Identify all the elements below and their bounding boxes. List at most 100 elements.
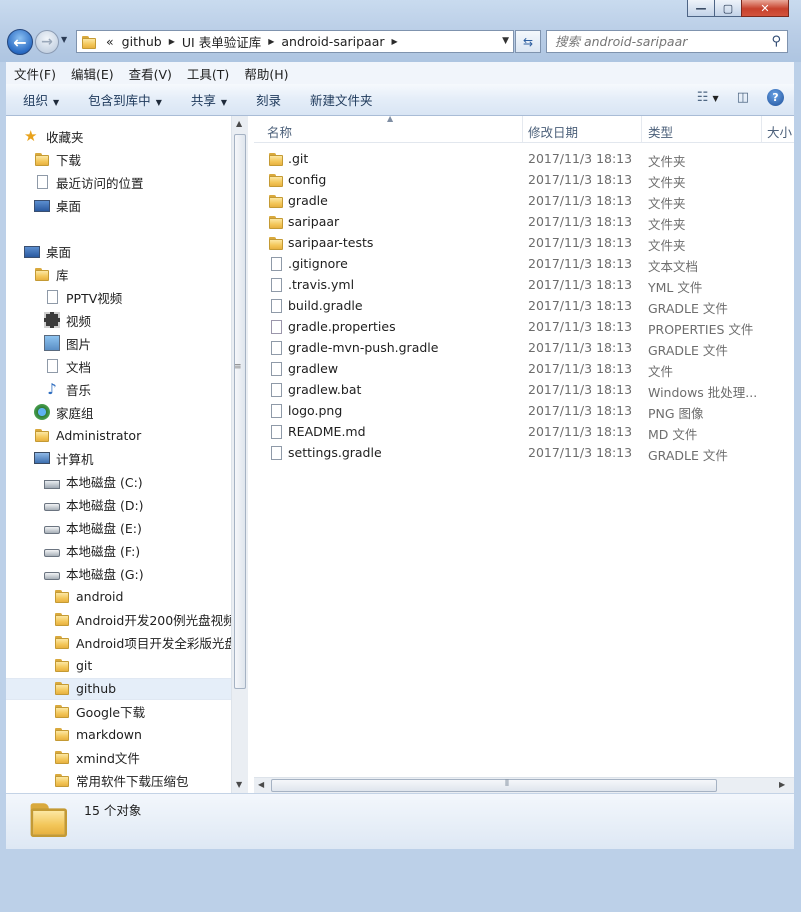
file-row[interactable]: build.gradle 2017/11/3 18:13 GRADLE 文件 (254, 295, 794, 316)
address-dropdown-icon[interactable]: ▼ (502, 36, 509, 46)
splitter-grip-icon[interactable]: ≡ (234, 362, 242, 372)
menu-file[interactable]: 文件(F) (6, 64, 63, 83)
nav-folder-github[interactable]: github (54, 678, 116, 698)
nav-folder-xmind[interactable]: xmind文件 (54, 747, 140, 767)
include-in-library-label: 包含到库中 (88, 93, 151, 108)
new-folder-button[interactable]: 新建文件夹 (293, 90, 385, 109)
address-bar[interactable]: « github ▶ UI 表单验证库 ▶ android-saripaar ▶… (76, 30, 514, 53)
nav-item-downloads[interactable]: 下载 (34, 149, 81, 169)
file-row[interactable]: .git 2017/11/3 18:13 文件夹 (254, 148, 794, 169)
file-list-horizontal-scrollbar[interactable]: ◀ ⦀ ▶ (254, 777, 794, 793)
forward-button[interactable]: → (35, 30, 59, 54)
nav-item-pptv[interactable]: PPTV视频 (44, 287, 122, 307)
search-input[interactable] (547, 33, 767, 50)
column-divider[interactable] (761, 116, 762, 142)
file-type: Windows 批处理... (648, 385, 758, 400)
file-type: 文件夹 (648, 175, 686, 190)
file-row[interactable]: gradlew 2017/11/3 18:13 文件 (254, 358, 794, 379)
nav-folder-android[interactable]: android (54, 586, 123, 606)
column-divider[interactable] (522, 116, 523, 142)
file-row[interactable]: logo.png 2017/11/3 18:13 PNG 图像 (254, 400, 794, 421)
nav-folder-android-projects[interactable]: Android项目开发全彩版光盘 (54, 632, 231, 652)
address-overflow[interactable]: « (101, 34, 117, 49)
nav-item-music[interactable]: ♪ 音乐 (44, 379, 91, 399)
file-row[interactable]: saripaar 2017/11/3 18:13 文件夹 (254, 211, 794, 232)
nav-pane-scrollbar[interactable]: ▲ ▼ (231, 116, 248, 793)
nav-homegroup[interactable]: 家庭组 (34, 402, 94, 422)
nav-scrollbar-thumb[interactable] (234, 134, 246, 689)
scroll-right-icon[interactable]: ▶ (779, 780, 785, 789)
nav-item-documents[interactable]: 文档 (44, 356, 91, 376)
star-icon: ★ (24, 127, 38, 145)
close-button[interactable]: ✕ (741, 0, 789, 17)
nav-drive-g[interactable]: 本地磁盘 (G:) (44, 563, 144, 583)
nav-drive-e[interactable]: 本地磁盘 (E:) (44, 517, 142, 537)
file-row[interactable]: gradle-mvn-push.gradle 2017/11/3 18:13 GRA… (254, 337, 794, 358)
file-row[interactable]: gradle 2017/11/3 18:13 文件夹 (254, 190, 794, 211)
breadcrumb-ui-lib[interactable]: UI 表单验证库 (177, 32, 266, 51)
recent-pages-dropdown[interactable]: ▼ (61, 35, 73, 49)
nav-folder-software[interactable]: 常用软件下载压缩包 (54, 770, 189, 790)
search-box[interactable]: ⚲ (546, 30, 788, 53)
maximize-button[interactable]: ▢ (714, 0, 742, 17)
menu-help[interactable]: 帮助(H) (236, 64, 295, 83)
back-button[interactable]: ← (7, 29, 33, 55)
nav-desktop[interactable]: 桌面 (24, 241, 71, 261)
help-icon[interactable]: ? (767, 89, 784, 106)
nav-item-recent-places[interactable]: 最近访问的位置 (34, 172, 144, 192)
nav-favorites[interactable]: ★ 收藏夹 (24, 126, 84, 146)
scroll-left-icon[interactable]: ◀ (258, 780, 264, 789)
file-row[interactable]: README.md 2017/11/3 18:13 MD 文件 (254, 421, 794, 442)
image-file-icon (268, 403, 284, 419)
downloads-folder-icon (34, 151, 50, 167)
nav-folder-android-200[interactable]: Android开发200例光盘视频 (54, 609, 231, 629)
view-list-icon: ☷ (696, 90, 709, 105)
breadcrumb-chevron-icon[interactable]: ▶ (266, 37, 276, 46)
column-header: ▲ 名称 修改日期 类型 大小 (254, 116, 794, 143)
nav-drive-c[interactable]: 本地磁盘 (C:) (44, 471, 143, 491)
file-row[interactable]: settings.gradle 2017/11/3 18:13 GRADLE 文件 (254, 442, 794, 463)
nav-item-videos[interactable]: 视频 (44, 310, 91, 330)
breadcrumb-github[interactable]: github (117, 34, 167, 49)
organize-button[interactable]: 组织 ▼ (6, 90, 71, 109)
nav-folder-git[interactable]: git (54, 655, 92, 675)
column-divider[interactable] (641, 116, 642, 142)
menu-view[interactable]: 查看(V) (121, 64, 179, 83)
column-name[interactable]: 名称 (267, 122, 292, 141)
breadcrumb-chevron-icon[interactable]: ▶ (390, 37, 400, 46)
file-row[interactable]: gradle.properties 2017/11/3 18:13 PROPERTI… (254, 316, 794, 337)
nav-folder-google-downloads[interactable]: Google下载 (54, 701, 145, 721)
column-type[interactable]: 类型 (648, 122, 673, 141)
file-modified-date: 2017/11/3 18:13 (528, 382, 633, 397)
change-view-button[interactable]: ☷ ▼ (697, 90, 719, 105)
file-row[interactable]: .travis.yml 2017/11/3 18:13 YML 文件 (254, 274, 794, 295)
file-row[interactable]: gradlew.bat 2017/11/3 18:13 Windows 批处理... (254, 379, 794, 400)
nav-drive-d[interactable]: 本地磁盘 (D:) (44, 494, 144, 514)
scroll-up-icon[interactable]: ▲ (236, 119, 242, 128)
nav-user[interactable]: Administrator (34, 425, 141, 445)
preview-pane-button[interactable]: ◫ (737, 90, 749, 105)
breadcrumb-android-saripaar[interactable]: android-saripaar (276, 34, 389, 49)
file-row[interactable]: saripaar-tests 2017/11/3 18:13 文件夹 (254, 232, 794, 253)
nav-folder-markdown[interactable]: markdown (54, 724, 142, 744)
menu-tools[interactable]: 工具(T) (179, 64, 236, 83)
file-row[interactable]: .gitignore 2017/11/3 18:13 文本文档 (254, 253, 794, 274)
file-row[interactable]: config 2017/11/3 18:13 文件夹 (254, 169, 794, 190)
nav-computer[interactable]: 计算机 (34, 448, 94, 468)
column-size[interactable]: 大小 (767, 122, 792, 141)
nav-item-desktop-fav[interactable]: 桌面 (34, 195, 81, 215)
burn-button[interactable]: 刻录 (239, 90, 293, 109)
nav-library[interactable]: 库 (34, 264, 69, 284)
nav-drive-f[interactable]: 本地磁盘 (F:) (44, 540, 140, 560)
nav-item-pictures[interactable]: 图片 (44, 333, 91, 353)
include-in-library-button[interactable]: 包含到库中 ▼ (71, 90, 174, 109)
scroll-down-icon[interactable]: ▼ (236, 780, 242, 789)
horizontal-scrollbar-thumb[interactable]: ⦀ (271, 779, 717, 792)
breadcrumb-chevron-icon[interactable]: ▶ (167, 37, 177, 46)
refresh-button[interactable]: ⇆ (515, 30, 541, 53)
menu-edit[interactable]: 编辑(E) (63, 64, 121, 83)
minimize-button[interactable]: — (687, 0, 715, 17)
search-icon[interactable]: ⚲ (771, 34, 781, 49)
column-date[interactable]: 修改日期 (528, 122, 578, 141)
share-button[interactable]: 共享 ▼ (174, 90, 239, 109)
